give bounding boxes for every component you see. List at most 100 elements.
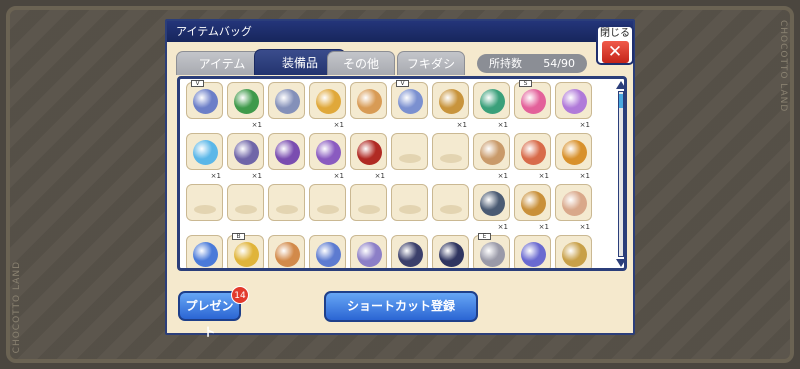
item-slot[interactable]: B	[227, 233, 264, 268]
tab-speech-bubble[interactable]: フキダシ	[397, 51, 465, 75]
empty-item-slot[interactable]	[432, 184, 469, 221]
sword-icon	[275, 140, 300, 165]
item-quantity: ×1	[456, 121, 467, 129]
frame-watermark-left: CHOCOTTO LAND	[12, 260, 22, 353]
necklace-icon	[234, 89, 259, 114]
item-slot[interactable]	[350, 82, 387, 119]
empty-item-slot[interactable]	[186, 184, 223, 221]
necklace-icon	[316, 89, 341, 114]
empty-item-slot[interactable]	[432, 133, 469, 170]
sword-icon	[316, 140, 341, 165]
armor-icon	[562, 140, 587, 165]
armor-icon	[193, 89, 218, 114]
item-slot[interactable]	[268, 82, 305, 119]
close-label: 閉じる	[600, 28, 630, 39]
item-quantity: ×1	[497, 223, 508, 231]
gem-icon	[521, 89, 546, 114]
close-icon: ✕	[601, 41, 629, 63]
item-slot[interactable]	[391, 235, 428, 268]
item-tag: S	[519, 80, 532, 87]
item-grid-panel: V ×1 ×1 V ×1 ×1 S ×1 ×1 ×1 ×1 ×1 ×1 ×1 ×1 ×1 ×1 ×1 B E	[177, 76, 627, 271]
scroll-down-icon[interactable]	[616, 259, 624, 267]
item-slot[interactable]: ×1	[473, 82, 510, 129]
item-slot[interactable]: ×1	[514, 184, 551, 231]
empty-item-slot[interactable]	[309, 184, 346, 221]
item-quantity: ×1	[497, 121, 508, 129]
gem-icon	[562, 89, 587, 114]
item-slot[interactable]: S	[514, 80, 551, 119]
crown-icon	[357, 140, 382, 165]
item-slot[interactable]: E	[473, 233, 510, 268]
item-slot[interactable]	[432, 235, 469, 268]
armor-icon	[357, 242, 382, 267]
item-slot[interactable]	[514, 235, 551, 268]
item-quantity: ×1	[333, 121, 344, 129]
item-slot[interactable]: ×1	[227, 82, 264, 129]
item-slot[interactable]: ×1	[186, 133, 223, 180]
item-grid: V ×1 ×1 V ×1 ×1 S ×1 ×1 ×1 ×1 ×1 ×1 ×1 ×1 ×1 ×1 ×1 B E	[186, 80, 596, 268]
item-slot[interactable]: ×1	[555, 133, 592, 180]
scroll-icon	[521, 140, 546, 165]
item-quantity: ×1	[374, 172, 385, 180]
item-quantity: ×1	[538, 223, 549, 231]
item-slot[interactable]: ×1	[555, 82, 592, 129]
item-slot[interactable]: ×1	[309, 82, 346, 129]
crown-icon	[357, 89, 382, 114]
item-quantity: ×1	[579, 172, 590, 180]
scroll-track[interactable]	[618, 91, 624, 257]
item-slot[interactable]: ×1	[432, 82, 469, 129]
armor-icon	[562, 242, 587, 267]
wings-icon	[193, 140, 218, 165]
item-slot[interactable]: ×1	[473, 133, 510, 180]
item-slot[interactable]: ×1	[309, 133, 346, 180]
empty-item-slot[interactable]	[350, 184, 387, 221]
item-quantity: ×1	[251, 121, 262, 129]
item-slot[interactable]: ×1	[514, 133, 551, 180]
empty-item-slot[interactable]	[268, 184, 305, 221]
item-quantity: ×1	[210, 172, 221, 180]
item-slot[interactable]: ×1	[473, 184, 510, 231]
close-button[interactable]: 閉じる ✕	[596, 25, 634, 65]
boots-icon	[480, 191, 505, 216]
present-count-badge: 14	[231, 286, 249, 304]
item-tag: V	[396, 80, 409, 87]
item-slot[interactable]	[268, 235, 305, 268]
item-tag: E	[478, 233, 491, 240]
sword-icon	[316, 242, 341, 267]
item-bag-window: アイテムバッグ 閉じる ✕ アイテム 装備品 その他 フキダシ 所持数 54/9…	[165, 19, 635, 339]
necklace-icon	[562, 191, 587, 216]
item-slot[interactable]: V	[391, 80, 428, 119]
empty-item-slot[interactable]	[391, 133, 428, 170]
item-slot[interactable]: ×1	[227, 133, 264, 180]
crown-icon	[275, 242, 300, 267]
window-title: アイテムバッグ	[167, 21, 633, 42]
empty-item-slot[interactable]	[227, 184, 264, 221]
empty-item-slot[interactable]	[391, 184, 428, 221]
item-slot[interactable]: V	[186, 80, 223, 119]
wings-icon	[398, 89, 423, 114]
item-quantity: ×1	[579, 121, 590, 129]
item-slot[interactable]	[268, 133, 305, 170]
scrollbar[interactable]	[616, 81, 624, 267]
item-slot[interactable]	[555, 235, 592, 268]
frame-watermark-right: CHOCOTTO LAND	[778, 20, 788, 113]
item-quantity: ×1	[538, 172, 549, 180]
tab-other[interactable]: その他	[327, 51, 395, 75]
item-tag: B	[232, 233, 245, 240]
item-slot[interactable]: ×1	[350, 133, 387, 180]
ring-icon	[234, 242, 259, 267]
scroll-up-icon[interactable]	[616, 81, 624, 89]
item-slot[interactable]	[186, 235, 223, 268]
item-slot[interactable]: ×1	[555, 184, 592, 231]
item-slot[interactable]	[350, 235, 387, 268]
shortcut-register-button[interactable]: ショートカット登録	[324, 291, 478, 322]
capacity-label: 所持数	[489, 57, 522, 70]
necklace-icon	[480, 140, 505, 165]
item-quantity: ×1	[579, 223, 590, 231]
scroll-thumb[interactable]	[619, 94, 623, 108]
wings-icon	[439, 89, 464, 114]
item-slot[interactable]	[309, 235, 346, 268]
item-quantity: ×1	[333, 172, 344, 180]
armor-icon	[275, 89, 300, 114]
armor-icon	[480, 242, 505, 267]
